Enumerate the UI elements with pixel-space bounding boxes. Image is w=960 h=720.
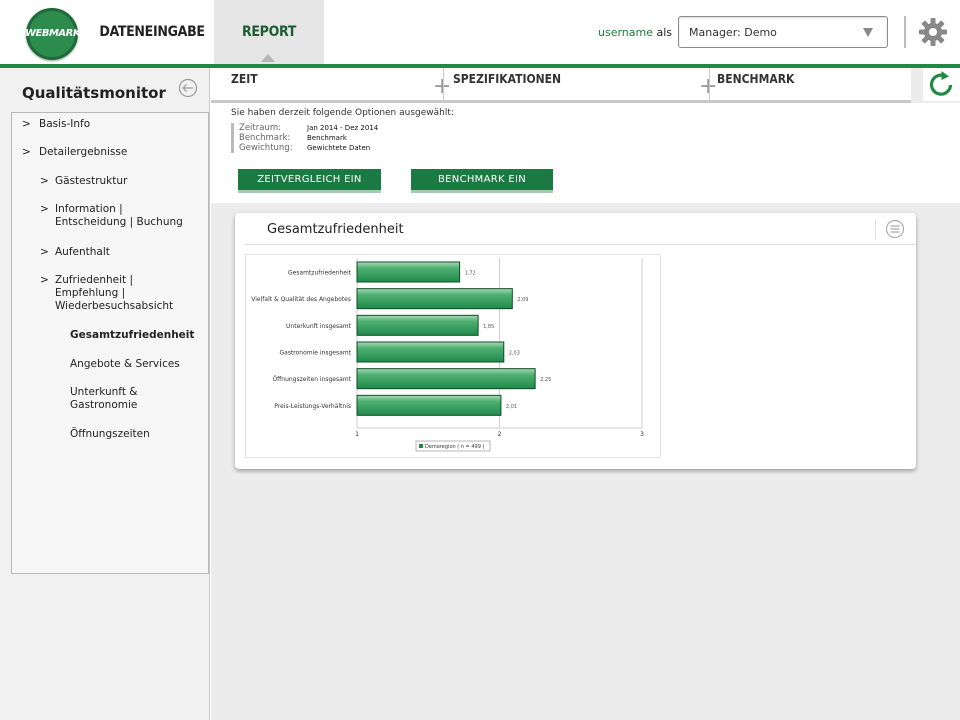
tab-report-label: REPORT [241, 24, 297, 40]
sidebar-item-zufriedenheit[interactable]: > Zufriedenheit | Empfehlung | Wiederbes… [40, 274, 173, 313]
card-title: Gesamtzufriedenheit [267, 222, 404, 237]
sidebar-item-label: Angebote & Services [70, 358, 180, 370]
category-label: Vielfalt & Qualität des Angebotes [251, 296, 351, 303]
chart-bar [356, 394, 502, 416]
chevron-right-icon: > [40, 203, 49, 215]
value-label: 2,09 [517, 297, 528, 303]
card-divider [875, 219, 876, 239]
sidebar: Qualitätsmonitor > Basis-Info > Detailer… [0, 68, 210, 720]
x-tick-label: 1 [355, 431, 359, 438]
sidebar-item-oeffnungszeiten[interactable]: Öffnungszeiten [70, 428, 150, 441]
logo-text: WEBMARK [25, 28, 81, 39]
category-label: Gesamtzufriedenheit [288, 270, 352, 277]
chevron-right-icon: > [22, 118, 31, 130]
manager-select[interactable]: Manager: Demo [678, 16, 888, 48]
option-key: Zeitraum: [239, 123, 281, 133]
header-divider [904, 16, 906, 48]
refresh-icon [929, 71, 953, 96]
tab-divider [709, 68, 710, 100]
webmark-logo[interactable]: WEBMARK [25, 8, 81, 60]
tab-spezifikationen[interactable]: SPEZIFIKATIONEN [453, 72, 561, 86]
sidebar-item-label: Empfehlung | [55, 287, 126, 299]
chevron-right-icon: > [40, 175, 49, 187]
username: username [598, 26, 653, 39]
sidebar-item-basis-info[interactable]: > Basis-Info [22, 118, 90, 131]
option-value: Gewichtete Daten [307, 144, 371, 152]
sidebar-title: Qualitätsmonitor [22, 84, 166, 102]
options-heading: Sie haben derzeit folgende Optionen ausg… [231, 108, 454, 118]
sidebar-item-label: Wiederbesuchsabsicht [55, 300, 174, 312]
value-label: 2,01 [506, 404, 517, 410]
sidebar-nav: > Basis-Info > Detailergebnisse > Gästes… [11, 112, 209, 574]
tab-benchmark[interactable]: BENCHMARK [717, 72, 794, 86]
benchmark-button[interactable]: BENCHMARK EIN [411, 169, 553, 193]
sidebar-item-label: Zufriedenheit | [55, 274, 134, 286]
sidebar-item-label: Basis-Info [39, 118, 91, 130]
tab-dateneingabe[interactable]: DATENEINGABE [99, 0, 205, 64]
sidebar-item-information[interactable]: > Information | Entscheidung | Buchung [40, 203, 183, 229]
sidebar-item-aufenthalt[interactable]: > Aufenthalt [40, 246, 110, 259]
legend-swatch [419, 444, 423, 448]
chart-bar [356, 341, 505, 363]
tab-divider [443, 68, 444, 100]
sidebar-item-unterkunft-gastronomie[interactable]: Unterkunft & Gastronomie [70, 386, 137, 412]
card-header-rule [245, 244, 916, 245]
chart-bar [356, 314, 479, 336]
manager-select-value: Manager: Demo [689, 26, 777, 39]
category-label: Öffnungszeiten insgesamt [272, 376, 351, 383]
options-list: Zeitraum: Jan 2014 - Dez 2014 Benchmark:… [231, 123, 378, 153]
refresh-button[interactable] [923, 68, 960, 101]
category-label: Gastronomie insgesamt [280, 350, 352, 357]
sidebar-item-label: Gastronomie [70, 399, 138, 411]
tab-zeit[interactable]: ZEIT [231, 72, 258, 86]
sidebar-item-label: Entscheidung | Buchung [55, 216, 183, 228]
legend-label: Demoregion ( n = 499 ) [425, 444, 484, 450]
bar-chart: Gesamtzufriedenheit 1,72 Vielfalt & Qualit… [245, 254, 661, 458]
option-value: Benchmark [307, 134, 347, 142]
top-bar: WEBMARK DATENEINGABE REPORT username als… [0, 0, 960, 66]
x-tick-label: 2 [498, 431, 502, 438]
chevron-right-icon: > [40, 246, 49, 258]
chart-bar [356, 368, 536, 390]
option-key: Benchmark: [239, 133, 291, 143]
sidebar-item-label: Detailergebnisse [39, 146, 128, 158]
sidebar-item-label: Gästestruktur [55, 175, 128, 187]
value-label: 2,03 [509, 351, 520, 357]
collapse-back-icon[interactable] [178, 78, 198, 98]
sidebar-item-detailergebnisse[interactable]: > Detailergebnisse [22, 146, 127, 159]
option-key: Gewichtung: [239, 143, 293, 153]
filter-tabs: ZEIT + SPEZIFIKATIONEN + BENCHMARK [211, 68, 911, 103]
bar-chart-svg: Gesamtzufriedenheit 1,72 Vielfalt & Qualit… [245, 254, 661, 458]
value-label: 1,72 [465, 271, 476, 277]
chart-card: Gesamtzufriedenheit Gesamtzufriedenheit 1… [235, 213, 916, 469]
active-caret-icon [261, 54, 275, 62]
option-value: Jan 2014 - Dez 2014 [307, 124, 379, 132]
x-tick-label: 3 [640, 431, 644, 438]
chevron-right-icon: > [40, 274, 49, 286]
gear-icon[interactable] [918, 17, 948, 47]
user-label: username als [598, 26, 672, 39]
sidebar-item-gaestestruktur[interactable]: > Gästestruktur [40, 175, 127, 188]
zeitvergleich-button[interactable]: ZEITVERGLEICH EIN [238, 169, 381, 193]
tab-report[interactable]: REPORT [214, 0, 324, 64]
chart-bar [356, 261, 461, 283]
main-content: ZEIT + SPEZIFIKATIONEN + BENCHMARK Sie h… [211, 68, 960, 720]
sidebar-item-angebote-services[interactable]: Angebote & Services [70, 358, 180, 371]
sidebar-item-label: Aufenthalt [55, 246, 110, 258]
sidebar-item-gesamtzufriedenheit[interactable]: Gesamtzufriedenheit [70, 329, 194, 342]
value-label: 1,85 [483, 324, 494, 330]
sidebar-item-label: Gesamtzufriedenheit [70, 329, 195, 341]
category-label: Preis-Leistungs-Verhältnis [274, 403, 351, 410]
value-label: 2,25 [540, 377, 551, 383]
username-suffix: als [656, 26, 673, 39]
dropdown-arrow-icon [863, 28, 873, 37]
sidebar-item-label: Information | [55, 203, 123, 215]
chart-bar [356, 288, 513, 310]
sidebar-item-label: Unterkunft & [70, 386, 138, 398]
sidebar-item-label: Öffnungszeiten [70, 428, 150, 440]
chevron-right-icon: > [22, 146, 31, 158]
menu-icon[interactable] [885, 219, 905, 239]
category-label: Unterkunft insgesamt [286, 323, 352, 330]
